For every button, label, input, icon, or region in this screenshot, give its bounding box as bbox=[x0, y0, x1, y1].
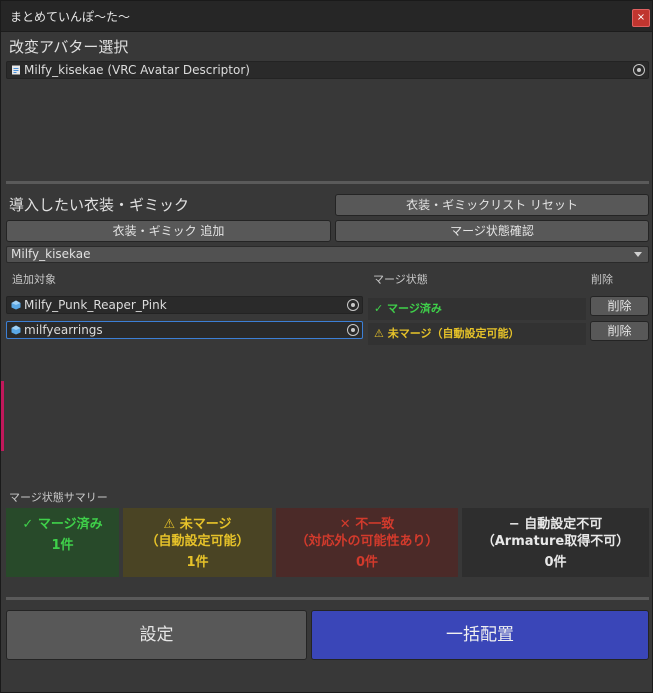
summary-unmerged-box: ⚠ 未マージ （自動設定可能） 1件 bbox=[123, 508, 272, 577]
divider bbox=[6, 181, 649, 184]
avatar-dropdown[interactable]: Milfy_kisekae bbox=[6, 246, 649, 263]
title-bar[interactable]: まとめていんぽ〜た〜 × bbox=[1, 1, 652, 32]
merge-status-cell: ⚠ 未マージ（自動設定可能） bbox=[368, 323, 586, 345]
delete-row-button[interactable]: 削除 bbox=[590, 296, 649, 316]
prefab-icon bbox=[11, 300, 21, 310]
column-header-delete: 削除 bbox=[591, 273, 613, 286]
prefab-icon bbox=[11, 325, 21, 335]
row-object-name: Milfy_Punk_Reaper_Pink bbox=[24, 298, 167, 312]
column-header-target: 追加対象 bbox=[12, 273, 56, 286]
object-picker-icon[interactable] bbox=[633, 64, 645, 76]
window: まとめていんぽ〜た〜 × 改変アバター選択 Milfy_kisekae (VRC… bbox=[0, 0, 653, 693]
summary-unsupported-box: − 自動設定不可 （Armature取得不可） 0件 bbox=[462, 508, 649, 577]
merge-status-cell: ✓ マージ済み bbox=[368, 298, 586, 320]
close-button[interactable]: × bbox=[632, 9, 650, 27]
summary-label: − 自動設定不可 bbox=[508, 517, 603, 532]
settings-button[interactable]: 設定 bbox=[6, 610, 307, 660]
row-object-name: milfyearrings bbox=[24, 323, 103, 337]
summary-mismatch-box: ✕ 不一致 （対応外の可能性あり） 0件 bbox=[276, 508, 458, 577]
summary-sublabel: （自動設定可能） bbox=[145, 534, 250, 549]
summary-count: 1件 bbox=[186, 555, 209, 570]
summary-count: 0件 bbox=[544, 555, 567, 570]
summary-title: マージ状態サマリー bbox=[9, 491, 108, 504]
window-title: まとめていんぽ〜た〜 bbox=[10, 10, 131, 24]
summary-merged-box: ✓ マージ済み 1件 bbox=[6, 508, 119, 577]
table-row-object-field[interactable]: milfyearrings bbox=[6, 321, 363, 339]
summary-count: 1件 bbox=[51, 538, 74, 553]
summary-sublabel: （対応外の可能性あり） bbox=[295, 534, 439, 549]
column-header-status: マージ状態 bbox=[373, 273, 428, 286]
delete-row-button[interactable]: 削除 bbox=[590, 321, 649, 341]
summary-label: ⚠ 未マージ bbox=[163, 517, 232, 532]
summary-label: ✕ 不一致 bbox=[339, 517, 395, 532]
object-picker-icon[interactable] bbox=[347, 299, 359, 311]
avatar-object-field[interactable]: Milfy_kisekae (VRC Avatar Descriptor) bbox=[6, 61, 649, 79]
reset-list-button[interactable]: 衣装・ギミックリスト リセット bbox=[335, 194, 649, 216]
summary-sublabel: （Armature取得不可） bbox=[481, 534, 630, 549]
table-row-object-field[interactable]: Milfy_Punk_Reaper_Pink bbox=[6, 296, 363, 314]
add-gimmick-button[interactable]: 衣装・ギミック 追加 bbox=[6, 220, 331, 242]
object-picker-icon[interactable] bbox=[347, 324, 359, 336]
divider bbox=[6, 597, 649, 600]
dropdown-caret-icon bbox=[634, 252, 642, 257]
summary-count: 0件 bbox=[355, 555, 379, 570]
check-merge-button[interactable]: マージ状態確認 bbox=[335, 220, 649, 242]
dropdown-value: Milfy_kisekae bbox=[11, 247, 91, 261]
avatar-section-label: 改変アバター選択 bbox=[9, 38, 129, 56]
script-file-icon bbox=[12, 65, 20, 75]
background-accent bbox=[1, 381, 4, 451]
place-all-button[interactable]: 一括配置 bbox=[311, 610, 649, 660]
summary-label: ✓ マージ済み bbox=[22, 517, 103, 532]
gimmick-section-label: 導入したい衣装・ギミック bbox=[9, 196, 190, 214]
avatar-field-value: Milfy_kisekae (VRC Avatar Descriptor) bbox=[24, 63, 250, 77]
